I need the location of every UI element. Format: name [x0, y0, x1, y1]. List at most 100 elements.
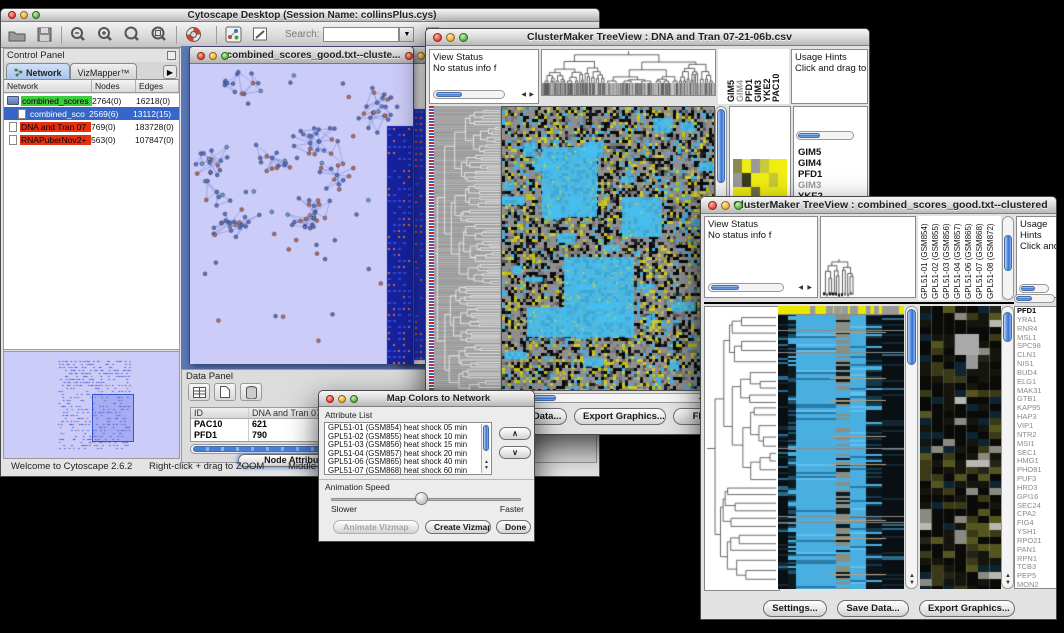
- scroll-up-icon[interactable]: ▲: [1005, 573, 1011, 579]
- zoom-fit-button[interactable]: [121, 25, 143, 45]
- column-label[interactable]: PAC10: [771, 50, 781, 102]
- save-session-button[interactable]: [33, 25, 55, 45]
- scroll-down-icon[interactable]: ▼: [1005, 580, 1011, 586]
- save-data-button[interactable]: Save Data...: [837, 600, 909, 617]
- done-button[interactable]: Done: [496, 520, 531, 534]
- scroll-right-icon[interactable]: ▶: [807, 285, 812, 291]
- row-dendrogram-canvas[interactable]: [434, 106, 501, 401]
- zoom-button[interactable]: [350, 395, 358, 403]
- column-dendrogram-canvas[interactable]: [821, 217, 915, 297]
- move-up-button[interactable]: ∧: [499, 427, 531, 440]
- delete-attribute-icon[interactable]: [240, 383, 262, 401]
- vizmapper-icon[interactable]: [222, 25, 244, 45]
- row-label[interactable]: GIM5: [798, 147, 828, 158]
- col-network[interactable]: Network: [4, 80, 92, 92]
- attribute-item[interactable]: GPL51-07 (GSM868) heat shock 60 min: [328, 467, 491, 475]
- usage-hints-scrollbar[interactable]: [1019, 284, 1049, 293]
- network-row[interactable]: combined_sco2569(6)13112(15): [4, 107, 179, 120]
- column-label[interactable]: GPL51-06 (GSM865): [964, 217, 973, 299]
- zoom-selected-button[interactable]: [148, 25, 170, 45]
- network-window-titlebar[interactable]: combined_scores_good.txt--cluste...: [190, 47, 413, 64]
- zoom-button[interactable]: [221, 52, 229, 60]
- row-dendrogram-canvas[interactable]: [704, 306, 780, 591]
- animation-speed-slider-thumb[interactable]: [415, 492, 428, 505]
- column-label[interactable]: GPL51-07 (GSM868): [975, 217, 984, 299]
- column-dendrogram-panel[interactable]: [541, 49, 716, 96]
- zoom-button[interactable]: [734, 201, 743, 210]
- heatmap-canvas[interactable]: [501, 106, 715, 391]
- attribute-list-scrollbar[interactable]: ▲ ▼: [481, 424, 490, 473]
- view-status-scrollbar[interactable]: [433, 90, 505, 99]
- column-labels-scrollbar[interactable]: [1002, 216, 1014, 300]
- row-label[interactable]: PFD1: [798, 169, 828, 180]
- scroll-left-icon[interactable]: ◀: [798, 285, 803, 291]
- tab-vizmapper[interactable]: VizMapper™: [70, 63, 138, 79]
- col-nodes[interactable]: Nodes: [92, 80, 136, 92]
- search-dropdown-arrow[interactable]: ▼: [399, 27, 414, 42]
- settings-button[interactable]: Settings...: [763, 600, 827, 617]
- network-row[interactable]: DNA and Tran 07769(0)183728(0): [4, 120, 179, 133]
- gene-label[interactable]: MON2: [1017, 581, 1056, 589]
- move-down-button[interactable]: ∨: [499, 446, 531, 459]
- close-button[interactable]: [326, 395, 334, 403]
- minimize-button[interactable]: [417, 52, 425, 60]
- birdseye-overview[interactable]: [4, 351, 179, 458]
- scroll-down-icon[interactable]: ▼: [484, 465, 489, 471]
- minimize-button[interactable]: [446, 33, 455, 42]
- tab-network[interactable]: Network: [6, 63, 70, 79]
- gene-labels-h-scrollbar[interactable]: [1014, 294, 1055, 303]
- gene-list-scrollbar[interactable]: ▲ ▼: [1001, 306, 1014, 589]
- heatmap-canvas[interactable]: [778, 306, 904, 589]
- dialog-titlebar[interactable]: Map Colors to Network: [319, 391, 534, 407]
- column-label[interactable]: GPL51-04 (GSM857): [953, 217, 962, 299]
- network-row[interactable]: combined_scores2764(0)16218(0): [4, 94, 179, 107]
- close-button[interactable]: [405, 52, 413, 60]
- zoom-button[interactable]: [32, 11, 40, 19]
- zoom-out-button[interactable]: [67, 25, 89, 45]
- export-graphics-button[interactable]: Export Graphics...: [574, 408, 666, 425]
- main-titlebar[interactable]: Cytoscape Desktop (Session Name: collins…: [1, 9, 599, 22]
- close-button[interactable]: [708, 201, 717, 210]
- minimize-button[interactable]: [20, 11, 28, 19]
- treeview2-titlebar[interactable]: ClusterMaker TreeView : combined_scores_…: [701, 197, 1056, 214]
- network-view-window[interactable]: combined_scores_good.txt--cluste...: [189, 46, 414, 364]
- minimize-button[interactable]: [721, 201, 730, 210]
- row-label[interactable]: GIM4: [798, 158, 828, 169]
- heatmap-v-scrollbar[interactable]: ▲ ▼: [905, 306, 918, 589]
- annotation-icon[interactable]: [249, 25, 271, 45]
- zoom-heatmap-canvas[interactable]: [920, 306, 1001, 589]
- treeview1-titlebar[interactable]: ClusterMaker TreeView : DNA and Tran 07-…: [426, 29, 869, 46]
- close-button[interactable]: [8, 11, 16, 19]
- table-view-icon[interactable]: [188, 383, 210, 401]
- view-status-scrollbar[interactable]: [708, 283, 784, 292]
- create-vizmap-button[interactable]: Create Vizmap: [425, 520, 491, 534]
- column-dendrogram-canvas[interactable]: [542, 50, 715, 95]
- scroll-right-icon[interactable]: ▶: [529, 92, 534, 98]
- animate-vizmap-button[interactable]: Animate Vizmap: [333, 520, 419, 534]
- scroll-left-icon[interactable]: ◀: [521, 92, 526, 98]
- scroll-down-icon[interactable]: ▼: [909, 580, 915, 586]
- network-row[interactable]: RNAPuberNov2+563(0)107847(0): [4, 133, 179, 146]
- network-canvas[interactable]: [190, 64, 413, 364]
- open-session-button[interactable]: [6, 25, 28, 45]
- col-edges[interactable]: Edges: [136, 80, 179, 92]
- row-labels-scrollbar[interactable]: [796, 131, 854, 140]
- overview-viewport-rect[interactable]: [92, 394, 134, 442]
- row-label[interactable]: GIM3: [798, 180, 828, 191]
- close-button[interactable]: [197, 52, 205, 60]
- attr-col-id[interactable]: ID: [191, 408, 249, 418]
- tab-overflow-arrow[interactable]: ▶: [163, 65, 177, 79]
- export-graphics-button[interactable]: Export Graphics...: [919, 600, 1015, 617]
- zoom-in-button[interactable]: [94, 25, 116, 45]
- minimize-button[interactable]: [338, 395, 346, 403]
- scroll-up-icon[interactable]: ▲: [909, 573, 915, 579]
- search-input[interactable]: [323, 27, 399, 42]
- zoom-button[interactable]: [459, 33, 468, 42]
- float-panel-icon[interactable]: [167, 51, 176, 60]
- column-label[interactable]: GPL51-02 (GSM855): [931, 217, 940, 299]
- column-label[interactable]: GPL51-01 (GSM854): [920, 217, 929, 299]
- column-label[interactable]: GPL51-03 (GSM856): [942, 217, 951, 299]
- minimize-button[interactable]: [209, 52, 217, 60]
- help-lifesaver-icon[interactable]: [182, 25, 204, 45]
- column-label[interactable]: GPL51-08 (GSM872): [986, 217, 995, 299]
